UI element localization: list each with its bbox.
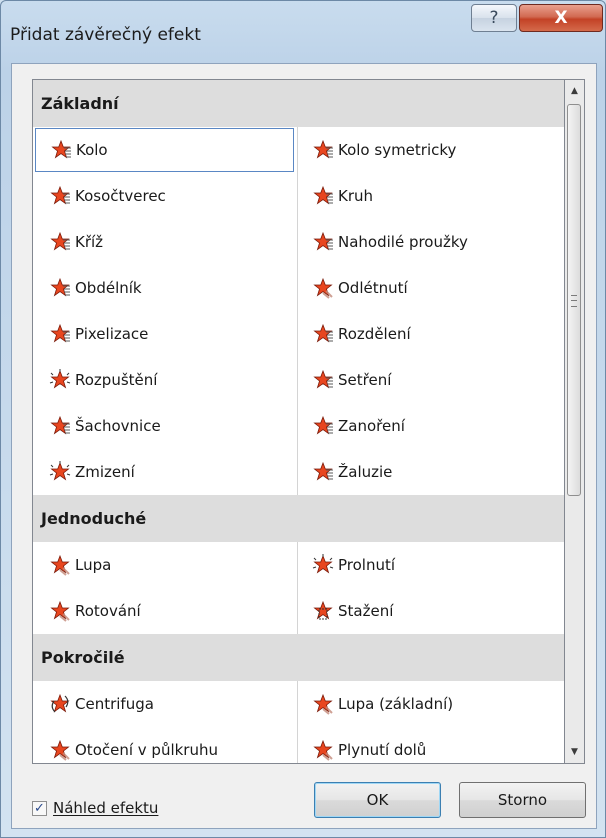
effect-item-label: Nahodilé proužky <box>338 233 468 251</box>
star-stripes-icon <box>49 185 71 207</box>
effect-item-sachovnice[interactable]: Šachovnice <box>35 404 294 448</box>
vertical-scrollbar[interactable]: ▲ ▼ <box>565 79 585 764</box>
help-button[interactable]: ? <box>471 4 517 32</box>
scroll-down-arrow-icon[interactable]: ▼ <box>565 741 584 763</box>
effect-item-label: Lupa (základní) <box>338 695 454 713</box>
checkbox-check-icon[interactable]: ✓ <box>32 800 47 816</box>
effect-item-prolnuti[interactable]: Prolnutí <box>300 543 562 587</box>
effect-item-label: Pixelizace <box>75 325 149 343</box>
star-burst-icon <box>312 554 334 576</box>
column-divider <box>297 127 298 495</box>
effect-item-label: Otočení v půlkruhu <box>75 741 218 759</box>
star-fly-icon <box>49 554 71 576</box>
star-stripes-icon <box>312 139 334 161</box>
preview-checkbox-label: Náhled efektu <box>53 799 159 817</box>
scroll-thumb[interactable] <box>567 104 581 496</box>
star-stripes-icon <box>312 369 334 391</box>
ok-button[interactable]: OK <box>314 782 441 818</box>
star-fly-icon <box>49 739 71 761</box>
star-shrink-icon <box>312 600 334 622</box>
effect-item-zmizeni[interactable]: Zmizení <box>35 450 294 494</box>
preview-checkbox[interactable]: ✓ Náhled efektu <box>32 799 158 817</box>
effect-item-lupa[interactable]: Lupa <box>35 543 294 587</box>
effect-item-odletnuti[interactable]: Odlétnutí <box>300 266 562 310</box>
group-header-pokrocile: Pokročilé <box>33 634 564 681</box>
effect-item-rotovani[interactable]: Rotování <box>35 589 294 633</box>
star-stripes-icon <box>49 231 71 253</box>
star-stripes-icon <box>50 139 72 161</box>
grip-icon <box>571 295 577 307</box>
effect-item-lupa-zakladni[interactable]: Lupa (základní) <box>300 682 562 726</box>
effect-item-label: Rozdělení <box>338 325 411 343</box>
cancel-button[interactable]: Storno <box>459 782 586 818</box>
star-stripes-icon <box>312 185 334 207</box>
star-burst-icon <box>49 461 71 483</box>
effect-item-label: Lupa <box>75 556 112 574</box>
column-divider <box>297 542 298 634</box>
group-header-jednoduche: Jednoduché <box>33 495 564 542</box>
star-stripes-icon <box>49 415 71 437</box>
star-spin-icon <box>49 693 71 715</box>
dialog-title: Přidat závěrečný efekt <box>10 25 201 45</box>
effect-item-otoceni-v-pulkruhu[interactable]: Otočení v půlkruhu <box>35 728 294 763</box>
effect-item-kolo[interactable]: Kolo <box>35 128 294 172</box>
effect-item-pixelizace[interactable]: Pixelizace <box>35 312 294 356</box>
effect-item-label: Plynutí dolů <box>338 741 427 759</box>
effect-item-label: Odlétnutí <box>338 279 408 297</box>
star-stripes-icon <box>49 277 71 299</box>
effect-item-label: Centrifuga <box>75 695 154 713</box>
effect-item-label: Setření <box>338 371 392 389</box>
dialog-window: Přidat závěrečný efekt ? X Základní Kolo K… <box>0 0 606 838</box>
group-header-zakladni: Základní <box>33 80 564 127</box>
effect-item-label: Šachovnice <box>75 417 161 435</box>
star-fly-icon <box>312 693 334 715</box>
effect-item-obdelnik[interactable]: Obdélník <box>35 266 294 310</box>
effect-item-plynuti-dolu[interactable]: Plynutí dolů <box>300 728 562 763</box>
effect-item-label: Rozpuštění <box>75 371 158 389</box>
effect-item-kolo-symetricky[interactable]: Kolo symetricky <box>300 128 562 172</box>
effect-item-kosoctverec[interactable]: Kosočtverec <box>35 174 294 218</box>
effect-list[interactable]: Základní Kolo Kolo symetricky Kosočtverec Kr… <box>32 79 565 764</box>
effect-item-setreni[interactable]: Setření <box>300 358 562 402</box>
effect-item-label: Stažení <box>338 602 394 620</box>
star-stripes-icon <box>312 231 334 253</box>
star-fly-icon <box>312 739 334 761</box>
star-fly-icon <box>49 600 71 622</box>
close-button[interactable]: X <box>519 4 603 32</box>
effect-item-nahodile-prouzky[interactable]: Nahodilé proužky <box>300 220 562 264</box>
effect-item-rozpusteni[interactable]: Rozpuštění <box>35 358 294 402</box>
effect-item-label: Žaluzie <box>338 463 393 481</box>
effect-item-stazeni[interactable]: Stažení <box>300 589 562 633</box>
effect-item-zaluzie[interactable]: Žaluzie <box>300 450 562 494</box>
dialog-client-area: Základní Kolo Kolo symetricky Kosočtverec Kr… <box>11 63 597 829</box>
effect-item-label: Zmizení <box>75 463 135 481</box>
effect-item-label: Kříž <box>75 233 104 251</box>
star-stripes-icon <box>49 323 71 345</box>
star-stripes-icon <box>312 323 334 345</box>
effect-item-label: Kruh <box>338 187 374 205</box>
effect-item-rozdeleni[interactable]: Rozdělení <box>300 312 562 356</box>
star-stripes-icon <box>312 461 334 483</box>
title-bar[interactable]: Přidat závěrečný efekt ? X <box>1 1 605 63</box>
effect-item-label: Rotování <box>75 602 141 620</box>
effect-item-label: Kolo <box>76 141 108 159</box>
effect-item-label: Prolnutí <box>338 556 396 574</box>
effect-item-label: Kolo symetricky <box>338 141 457 159</box>
star-fly-icon <box>312 277 334 299</box>
effect-item-centrifuga[interactable]: Centrifuga <box>35 682 294 726</box>
column-divider <box>297 681 298 763</box>
effect-item-label: Zanoření <box>338 417 405 435</box>
effect-item-kriz[interactable]: Kříž <box>35 220 294 264</box>
effect-item-label: Kosočtverec <box>75 187 166 205</box>
scroll-up-arrow-icon[interactable]: ▲ <box>565 80 584 102</box>
effect-item-label: Obdélník <box>75 279 142 297</box>
effect-item-zanoreni[interactable]: Zanoření <box>300 404 562 448</box>
star-burst-icon <box>49 369 71 391</box>
star-stripes-icon <box>312 415 334 437</box>
effect-item-kruh[interactable]: Kruh <box>300 174 562 218</box>
